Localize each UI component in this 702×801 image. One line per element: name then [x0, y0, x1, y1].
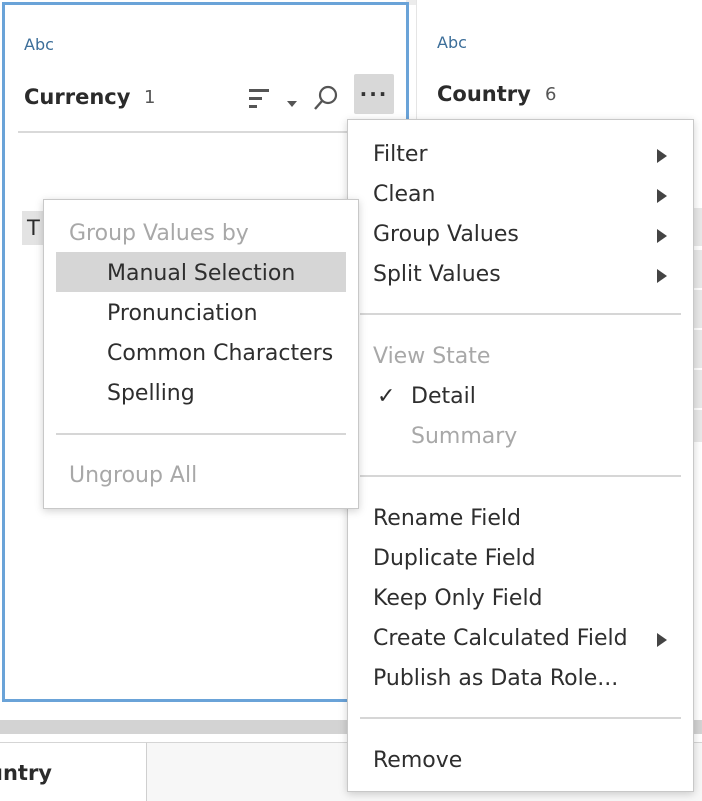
menu-item-ungroup-all[interactable]: Ungroup All	[44, 456, 358, 496]
menu-item-create-calculated-field[interactable]: Create Calculated Field	[348, 619, 693, 659]
field-name[interactable]: Currency	[24, 85, 130, 109]
group-values-by-heading: Group Values by	[69, 221, 249, 246]
menu-item-clean[interactable]: Clean	[348, 175, 693, 215]
menu-item-manual-selection[interactable]: Manual Selection	[44, 254, 358, 294]
menu-item-label: Summary	[411, 424, 518, 449]
menu-item-group-values[interactable]: Group Values	[348, 215, 693, 255]
submenu-arrow-icon	[657, 269, 667, 283]
group-values-submenu: Group Values by Manual Selection Pronunc…	[43, 199, 359, 509]
menu-item-label: Detail	[411, 384, 476, 409]
sort-dropdown-icon[interactable]	[286, 93, 298, 112]
menu-item-duplicate-field[interactable]: Duplicate Field	[348, 539, 693, 579]
menu-item-summary[interactable]: Summary	[348, 417, 693, 457]
submenu-arrow-icon	[657, 633, 667, 647]
menu-item-keep-only-field[interactable]: Keep Only Field	[348, 579, 693, 619]
search-icon[interactable]	[312, 84, 340, 112]
menu-separator	[360, 475, 681, 477]
checkmark-icon: ✓	[377, 384, 396, 409]
submenu-arrow-icon	[657, 229, 667, 243]
menu-item-label: Filter	[373, 142, 428, 167]
menu-item-remove[interactable]: Remove	[348, 741, 693, 781]
menu-item-pronunciation[interactable]: Pronunciation	[44, 294, 358, 334]
field-count: 1	[144, 87, 156, 108]
field-name[interactable]: Country	[437, 82, 531, 106]
type-label: Abc	[437, 33, 467, 52]
menu-item-rename-field[interactable]: Rename Field	[348, 499, 693, 539]
type-label: Abc	[24, 35, 54, 54]
menu-separator	[360, 313, 681, 315]
menu-item-common-characters[interactable]: Common Characters	[44, 334, 358, 374]
bottom-field-tab[interactable]: untry	[0, 742, 147, 801]
menu-item-publish-as-data-role[interactable]: Publish as Data Role...	[348, 659, 693, 699]
menu-item-label: Create Calculated Field	[373, 626, 628, 651]
menu-item-spelling[interactable]: Spelling	[44, 374, 358, 414]
menu-item-label: Clean	[373, 182, 436, 207]
menu-item-label: Split Values	[373, 262, 501, 287]
submenu-arrow-icon	[657, 189, 667, 203]
menu-separator	[360, 717, 681, 719]
menu-item-detail[interactable]: ✓ Detail	[348, 377, 693, 417]
view-state-heading: View State	[373, 344, 491, 369]
sort-icon[interactable]	[248, 87, 272, 111]
field-count: 6	[545, 84, 557, 105]
menu-separator	[56, 433, 346, 435]
menu-item-split-values[interactable]: Split Values	[348, 255, 693, 295]
menu-item-filter[interactable]: Filter	[348, 135, 693, 175]
more-options-button[interactable]: ···	[354, 74, 394, 114]
field-context-menu: Filter Clean Group Values Split Values V…	[347, 119, 694, 792]
submenu-arrow-icon	[657, 149, 667, 163]
menu-item-label: Group Values	[373, 222, 519, 247]
bottom-field-tab-label: untry	[0, 761, 52, 785]
